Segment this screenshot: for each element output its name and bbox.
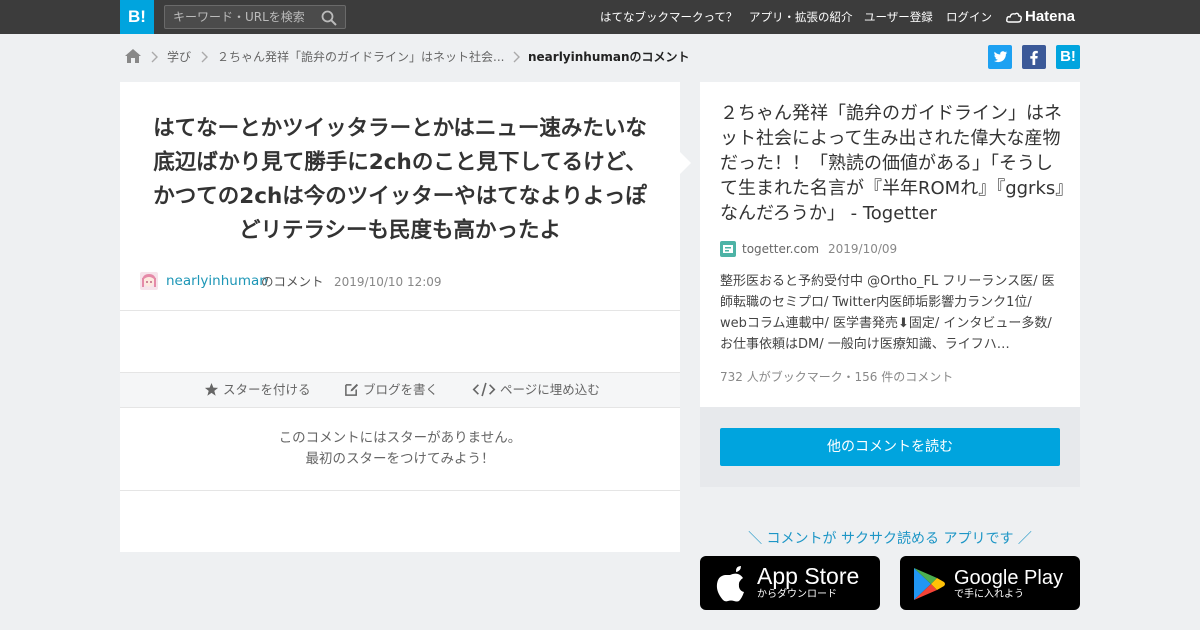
entry-stats[interactable]: 732 人がブックマーク・156 件のコメント <box>720 369 953 385</box>
no-star-message: このコメントにはスターがありません。 最初のスターをつけてみよう！ <box>120 428 680 470</box>
embed-label: ページに埋め込む <box>500 382 600 397</box>
add-star-button[interactable]: スターを付ける <box>204 373 311 407</box>
hatena-bookmark-share-button[interactable]: B! <box>1056 45 1080 69</box>
home-icon[interactable] <box>124 48 142 64</box>
more-comments-section: 他のコメントを読む <box>700 407 1080 487</box>
read-more-comments-button[interactable]: 他のコメントを読む <box>720 428 1060 466</box>
google-play-icon <box>914 568 945 600</box>
comment-date[interactable]: 2019/10/10 12:09 <box>334 273 442 291</box>
code-icon <box>472 382 496 397</box>
chevron-right-icon <box>513 51 520 63</box>
breadcrumb-current: nearlyinhumanのコメント <box>528 50 690 64</box>
app-promo-text: ＼ コメントが サクサク読める アプリです ／ <box>748 531 1032 547</box>
apple-icon <box>716 566 744 602</box>
google-play-title: Google Play <box>954 567 1063 589</box>
card-pointer <box>680 152 691 174</box>
entry-card: ２ちゃん発祥「詭弁のガイドライン」はネット社会によって生み出された偉大な産物だっ… <box>700 82 1080 407</box>
comment-actions-bar: スターを付ける ブログを書く ページに埋め込む <box>120 372 680 408</box>
comment-username[interactable]: nearlyinhuman <box>166 272 268 290</box>
embed-button[interactable]: ページに埋め込む <box>472 373 600 407</box>
nav-register[interactable]: ユーザー登録 <box>864 0 933 34</box>
nav-about[interactable]: はてなブックマークって？ <box>600 0 737 34</box>
app-store-badge[interactable]: App Store からダウンロード <box>700 556 880 610</box>
write-blog-label: ブログを書く <box>363 382 439 397</box>
divider <box>120 310 680 311</box>
app-store-title: App Store <box>757 563 860 589</box>
search-box[interactable] <box>164 5 346 29</box>
user-avatar[interactable] <box>140 272 158 290</box>
hatena-cloud-icon <box>1006 12 1022 23</box>
top-bar: B! はてなブックマークって？ アプリ・拡張の紹介 ユーザー登録 ログイン Ha… <box>0 0 1200 34</box>
chevron-right-icon <box>151 51 158 63</box>
togetter-favicon-icon <box>720 241 736 257</box>
hatena-brand-text: Hatena <box>1025 8 1076 25</box>
comment-card: はてなーとかツイッタラーとかはニュー速みたいな底辺ばかり見て勝手に2chのこと見… <box>120 82 680 552</box>
chevron-right-icon <box>201 51 208 63</box>
search-icon[interactable] <box>321 10 337 26</box>
entry-summary: 整形医おると予約受付中 @Ortho_FL フリーランス医/ 医師転職のセミプロ… <box>720 274 1055 352</box>
twitter-icon <box>994 51 1008 63</box>
star-icon <box>204 382 219 396</box>
write-blog-button[interactable]: ブログを書く <box>344 373 438 407</box>
breadcrumb-entry[interactable]: ２ちゃん発祥「詭弁のガイドライン」はネット社会... <box>217 48 504 66</box>
search-input[interactable] <box>165 6 315 28</box>
hatena-bookmark-share-label: B! <box>1060 48 1076 65</box>
comment-text: はてなーとかツイッタラーとかはニュー速みたいな底辺ばかり見て勝手に2chのこと見… <box>153 116 647 243</box>
breadcrumb-category[interactable]: 学び <box>167 48 191 66</box>
entry-title[interactable]: ２ちゃん発祥「詭弁のガイドライン」はネット社会によって生み出された偉大な産物だっ… <box>720 101 1065 226</box>
add-star-label: スターを付ける <box>223 382 311 397</box>
divider <box>120 490 680 491</box>
facebook-share-button[interactable] <box>1022 45 1046 69</box>
hatena-brand[interactable]: Hatena <box>1006 0 1075 34</box>
facebook-icon <box>1030 50 1038 65</box>
edit-icon <box>345 383 359 396</box>
google-play-subtitle: で手に入れよう <box>954 589 1024 600</box>
entry-date: 2019/10/09 <box>828 242 898 256</box>
avatar-image <box>140 272 158 290</box>
twitter-share-button[interactable] <box>988 45 1012 69</box>
hatena-bookmark-logo[interactable]: B! <box>120 0 154 34</box>
no-star-line-1: このコメントにはスターがありません。 <box>278 430 522 446</box>
google-play-badge[interactable]: Google Play で手に入れよう <box>900 556 1080 610</box>
app-store-subtitle: からダウンロード <box>757 589 837 600</box>
nav-login[interactable]: ログイン <box>946 0 992 34</box>
comment-username-suffix: のコメント <box>261 274 324 289</box>
entry-domain[interactable]: togetter.com <box>742 241 819 257</box>
nav-apps[interactable]: アプリ・拡張の紹介 <box>749 0 853 34</box>
no-star-line-2: 最初のスターをつけてみよう！ <box>305 451 495 467</box>
